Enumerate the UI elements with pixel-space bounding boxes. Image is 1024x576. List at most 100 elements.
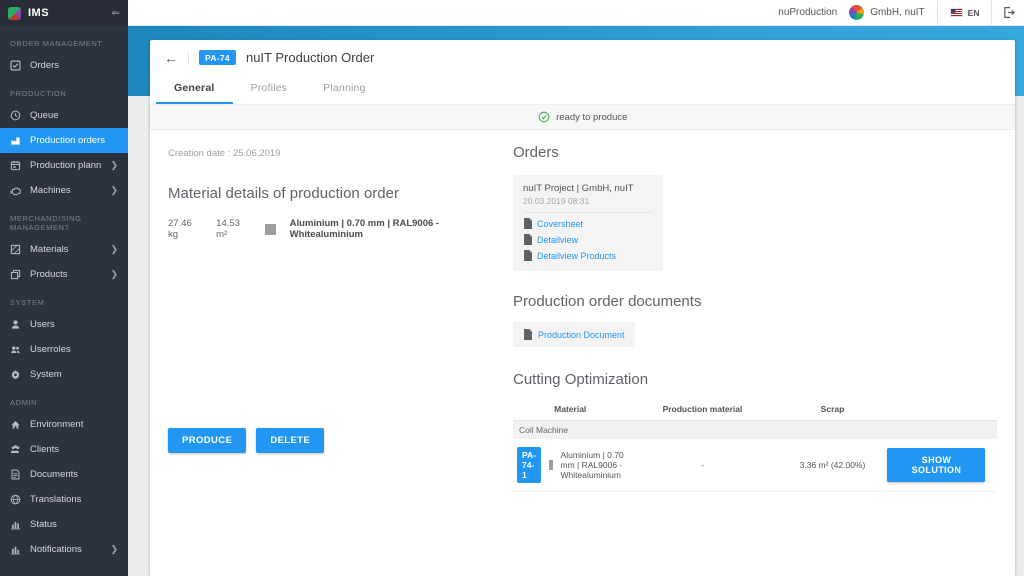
avatar[interactable] xyxy=(849,5,864,20)
sidebar-item-notifications[interactable]: Notifications ❯ xyxy=(0,537,128,562)
delete-button[interactable]: DELETE xyxy=(256,428,324,453)
layers-icon xyxy=(10,269,21,280)
logout-button[interactable] xyxy=(992,6,1024,19)
people-icon xyxy=(10,444,21,455)
pdf-file-icon xyxy=(523,234,533,245)
cutting-row-material-cell: PA-74-1 Aluminium | 0.70 mm | RAL9006 - … xyxy=(513,447,627,483)
sidebar-collapse-icon[interactable]: ⇐ xyxy=(112,8,120,19)
section-system: SYSTEM xyxy=(0,287,128,312)
section-merchandising: MERCHANDISING MANAGEMENT xyxy=(0,203,128,237)
order-date: 20.03.2019 08:31 xyxy=(523,196,653,213)
orders-icon xyxy=(10,60,21,71)
material-weight: 27.46 kg xyxy=(168,218,202,240)
sidebar-item-translations[interactable]: Translations xyxy=(0,487,128,512)
documents-heading: Production order documents xyxy=(513,293,997,310)
material-details-heading: Material details of production order xyxy=(168,185,501,202)
scrap-value: 3.36 m² (42.00%) xyxy=(777,460,887,470)
order-id-badge: PA-74 xyxy=(199,50,236,65)
production-order-card: ← PA-74 nuIT Production Order General Pr… xyxy=(150,40,1015,576)
sidebar-nav: ORDER MANAGEMENT Orders PRODUCTION Queue… xyxy=(0,26,128,576)
clock-icon xyxy=(10,110,21,121)
main-area: nuProduction GmbH, nuIT EN ← PA-74 nuIT … xyxy=(128,0,1024,576)
top-header: nuProduction GmbH, nuIT EN xyxy=(128,0,1024,26)
logout-icon xyxy=(1002,6,1015,19)
action-buttons: PRODUCE DELETE xyxy=(168,428,501,453)
sidebar-item-users[interactable]: Users xyxy=(0,312,128,337)
material-color-swatch xyxy=(265,224,275,235)
chevron-right-icon: ❯ xyxy=(110,269,118,280)
tab-bar: General Profiles Planning xyxy=(150,73,1015,105)
pdf-file-icon xyxy=(523,329,533,340)
sidebar-item-label: Production planning xyxy=(30,160,101,171)
sidebar-item-label: Documents xyxy=(30,469,118,480)
sidebar-item-clients[interactable]: Clients xyxy=(0,437,128,462)
language-switcher[interactable]: EN xyxy=(938,8,992,18)
sidebar: IMS ⇐ ORDER MANAGEMENT Orders PRODUCTION… xyxy=(0,0,128,576)
sidebar-item-label: System xyxy=(30,369,118,380)
sidebar-item-system[interactable]: System xyxy=(0,362,128,387)
orders-heading: Orders xyxy=(513,144,997,161)
sidebar-item-label: Products xyxy=(30,269,101,280)
bar-chart-icon xyxy=(10,519,21,530)
tab-general[interactable]: General xyxy=(156,73,233,104)
app-logo-icon xyxy=(8,7,21,20)
sidebar-item-documents[interactable]: Documents xyxy=(0,462,128,487)
tab-planning[interactable]: Planning xyxy=(305,73,383,104)
cutting-table: Material Production material Scrap Coil … xyxy=(513,400,997,492)
coversheet-link-label[interactable]: Coversheet xyxy=(537,219,583,229)
back-button[interactable]: ← xyxy=(164,51,178,65)
page-background: ← PA-74 nuIT Production Order General Pr… xyxy=(128,26,1024,576)
sidebar-item-materials[interactable]: Materials ❯ xyxy=(0,237,128,262)
account-name[interactable]: GmbH, nuIT xyxy=(870,7,924,18)
material-name: Aluminium | 0.70 mm | RAL9006 - Whitealu… xyxy=(290,218,501,240)
production-document-link[interactable]: Production Document xyxy=(538,330,625,340)
detailview-link-label[interactable]: Detailview xyxy=(537,235,578,245)
pdf-file-icon xyxy=(523,218,533,229)
app-window: IMS ⇐ ORDER MANAGEMENT Orders PRODUCTION… xyxy=(0,0,1024,576)
tab-profiles[interactable]: Profiles xyxy=(233,73,306,104)
col-action xyxy=(887,404,997,414)
sidebar-item-machines[interactable]: Machines ❯ xyxy=(0,178,128,203)
sidebar-item-label: Queue xyxy=(30,110,118,121)
show-solution-button[interactable]: SHOW SOLUTION xyxy=(887,448,985,482)
sidebar-item-label: Environment xyxy=(30,419,118,430)
chevron-right-icon: ❯ xyxy=(110,244,118,255)
cut-material-name: Aluminium | 0.70 mm | RAL9006 - Whitealu… xyxy=(561,450,628,480)
document-icon xyxy=(10,469,21,480)
us-flag-icon xyxy=(950,8,963,17)
sidebar-item-label: Userroles xyxy=(30,344,118,355)
sidebar-item-label: Notifications xyxy=(30,544,101,555)
detailview-products-link[interactable]: Detailview Products xyxy=(523,250,653,261)
section-admin: ADMIN xyxy=(0,387,128,412)
detailview-link[interactable]: Detailview xyxy=(523,234,653,245)
status-text: ready to produce xyxy=(556,112,627,123)
order-summary-card: nuIT Project | GmbH, nuIT 20.03.2019 08:… xyxy=(513,175,663,271)
bar-chart-icon xyxy=(10,544,21,555)
pdf-file-icon xyxy=(523,250,533,261)
home-icon xyxy=(10,419,21,430)
coversheet-link[interactable]: Coversheet xyxy=(523,218,653,229)
chevron-right-icon: ❯ xyxy=(110,185,118,196)
users-group-icon xyxy=(10,344,21,355)
sidebar-item-label: Status xyxy=(30,519,118,530)
sidebar-item-production-orders[interactable]: Production orders xyxy=(0,128,128,153)
sidebar-item-environment[interactable]: Environment xyxy=(0,412,128,437)
sidebar-item-status[interactable]: Status xyxy=(0,512,128,537)
detailview-products-link-label[interactable]: Detailview Products xyxy=(537,251,616,261)
production-document-chip[interactable]: Production Document xyxy=(513,322,635,347)
sidebar-item-production-planning[interactable]: Production planning ❯ xyxy=(0,153,128,178)
sidebar-item-orders[interactable]: Orders xyxy=(0,53,128,78)
sidebar-item-queue[interactable]: Queue xyxy=(0,103,128,128)
card-header: ← PA-74 nuIT Production Order xyxy=(150,40,1015,73)
sidebar-item-label: Production orders xyxy=(30,135,118,146)
left-column: Creation date : 25.06.2019 Material deta… xyxy=(168,144,513,576)
sidebar-item-label: Clients xyxy=(30,444,118,455)
card-body: Creation date : 25.06.2019 Material deta… xyxy=(150,130,1015,576)
produce-button[interactable]: PRODUCE xyxy=(168,428,246,453)
sidebar-item-products[interactable]: Products ❯ xyxy=(0,262,128,287)
material-color-swatch xyxy=(549,460,553,470)
gear-icon xyxy=(10,369,21,380)
creation-date: Creation date : 25.06.2019 xyxy=(168,148,501,159)
cut-order-badge: PA-74-1 xyxy=(517,447,541,483)
sidebar-item-userroles[interactable]: Userroles xyxy=(0,337,128,362)
